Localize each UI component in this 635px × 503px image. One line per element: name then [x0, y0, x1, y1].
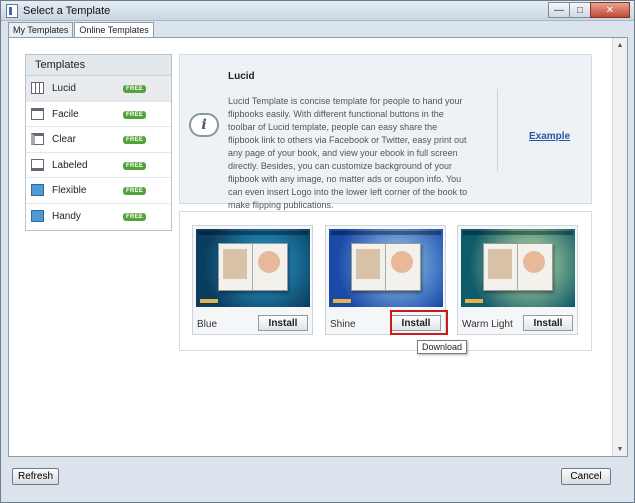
grid-thumb-icon: [31, 82, 44, 94]
scroll-up-icon[interactable]: ▲: [613, 38, 627, 52]
title-bar: Select a Template — □ ✕: [1, 1, 634, 21]
free-badge: FREE: [123, 187, 147, 195]
templates-header: Templates: [26, 55, 171, 76]
template-item-labeled[interactable]: Labeled FREE: [26, 153, 171, 178]
app-icon: [6, 4, 18, 18]
template-info-panel: i Lucid Lucid Template is concise templa…: [179, 54, 592, 210]
window-controls: — □ ✕: [548, 2, 630, 19]
variant-card-blue[interactable]: Blue Install: [192, 225, 313, 335]
free-badge: FREE: [123, 136, 147, 144]
variant-name: Warm Light: [462, 319, 513, 330]
template-title: Lucid: [228, 71, 255, 82]
divider: [497, 89, 498, 171]
templates-list: Templates Lucid FREE Facile FREE Clear F…: [25, 54, 172, 231]
variant-name: Blue: [197, 319, 218, 330]
template-item-label: Handy: [52, 210, 81, 222]
flexible-thumb-icon: [31, 184, 44, 196]
free-badge: FREE: [123, 212, 147, 221]
window-title: Select a Template: [23, 5, 111, 17]
example-link[interactable]: Example: [529, 131, 570, 142]
template-tabs: My Templates Online Templates: [8, 22, 155, 38]
template-item-label: Labeled: [52, 159, 88, 171]
template-item-lucid[interactable]: Lucid FREE: [26, 76, 171, 102]
labeled-thumb-icon: [31, 158, 44, 171]
template-description: Lucid Template is concise template for p…: [228, 96, 468, 210]
variant-card-warm-light[interactable]: Warm Light Install: [457, 225, 578, 335]
install-highlight: [390, 310, 448, 335]
install-button[interactable]: Install: [258, 315, 308, 331]
template-item-flexible[interactable]: Flexible FREE: [26, 178, 171, 204]
variant-name: Shine: [330, 319, 356, 330]
template-item-label: Clear: [52, 134, 76, 145]
tab-content: Templates Lucid FREE Facile FREE Clear F…: [8, 37, 628, 457]
template-item-label: Facile: [52, 108, 79, 120]
maximize-icon[interactable]: □: [569, 2, 591, 18]
template-item-clear[interactable]: Clear FREE: [26, 127, 171, 153]
free-badge: FREE: [123, 110, 147, 119]
minimize-icon[interactable]: —: [548, 2, 570, 18]
clear-thumb-icon: [31, 133, 44, 145]
free-badge: FREE: [123, 161, 147, 170]
variant-preview: [461, 229, 575, 307]
cancel-button[interactable]: Cancel: [561, 468, 611, 485]
template-item-label: Lucid: [52, 83, 76, 94]
template-item-label: Flexible: [52, 185, 87, 196]
tab-my-templates[interactable]: My Templates: [8, 22, 74, 37]
refresh-button[interactable]: Refresh: [12, 468, 59, 485]
scroll-down-icon[interactable]: ▼: [613, 442, 627, 456]
download-tooltip: Download: [417, 340, 468, 354]
variant-preview: [329, 229, 443, 307]
info-icon: i: [189, 113, 219, 137]
variant-preview: [196, 229, 310, 307]
handy-thumb-icon: [31, 209, 44, 222]
template-item-facile[interactable]: Facile FREE: [26, 102, 171, 127]
tab-online-templates[interactable]: Online Templates: [74, 22, 154, 38]
select-template-dialog: Select a Template — □ ✕ My Templates Onl…: [0, 0, 635, 503]
install-button[interactable]: Install: [523, 315, 573, 331]
vertical-scrollbar[interactable]: ▲ ▼: [612, 38, 627, 456]
template-variants: Blue Install Shine Install Warm Light In…: [179, 211, 592, 351]
free-badge: FREE: [123, 85, 147, 93]
facile-thumb-icon: [31, 107, 44, 120]
template-item-handy[interactable]: Handy FREE: [26, 204, 171, 230]
close-icon[interactable]: ✕: [590, 2, 630, 18]
